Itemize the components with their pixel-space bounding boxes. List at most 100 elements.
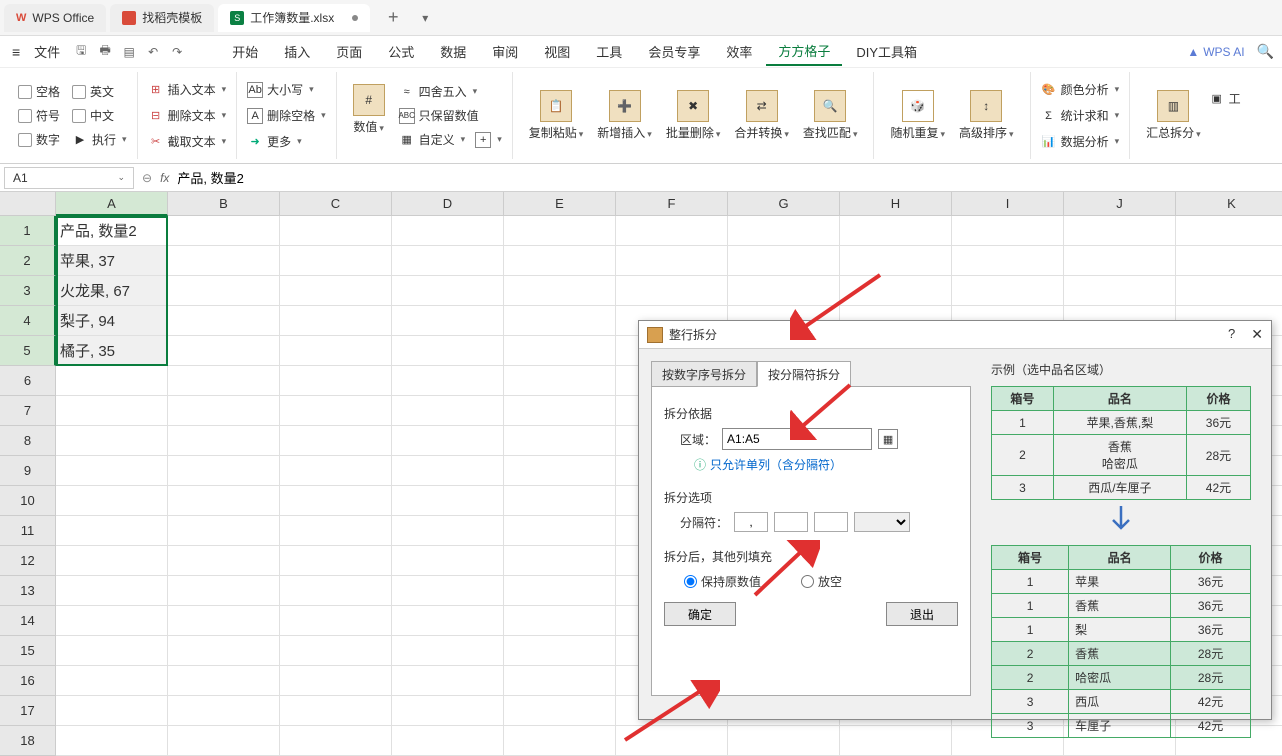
cell[interactable] — [56, 396, 168, 426]
cell-a4[interactable]: 梨子, 94 — [56, 306, 168, 336]
cell[interactable] — [616, 246, 728, 276]
separator-select[interactable] — [854, 512, 910, 532]
cell[interactable] — [56, 426, 168, 456]
cell[interactable] — [392, 606, 504, 636]
col-header-a[interactable]: A — [56, 192, 168, 216]
cell[interactable] — [728, 276, 840, 306]
cell[interactable] — [280, 426, 392, 456]
separator-input-2[interactable] — [774, 512, 808, 532]
col-header-c[interactable]: C — [280, 192, 392, 216]
cell[interactable] — [952, 216, 1064, 246]
cell[interactable] — [616, 216, 728, 246]
qat-print-icon[interactable]: 🖶 — [94, 41, 116, 63]
cell[interactable] — [56, 696, 168, 726]
cell[interactable] — [392, 216, 504, 246]
cell[interactable] — [280, 666, 392, 696]
app-tab-wps[interactable]: W WPS Office — [4, 4, 106, 32]
qat-redo-icon[interactable]: ↷ — [166, 41, 188, 63]
cell[interactable] — [280, 726, 392, 756]
cell[interactable] — [280, 216, 392, 246]
cell[interactable] — [504, 606, 616, 636]
cell[interactable] — [1064, 216, 1176, 246]
add-icon[interactable]: + — [475, 132, 491, 148]
col-header-k[interactable]: K — [1176, 192, 1282, 216]
cancel-formula-icon[interactable]: ⊖ — [142, 171, 152, 185]
search-icon[interactable]: 🔍 — [1257, 43, 1274, 60]
cell[interactable] — [504, 306, 616, 336]
rb-execute[interactable]: ▶执行▾ — [72, 128, 127, 152]
cell[interactable] — [56, 546, 168, 576]
qat-save-icon[interactable]: 🖫 — [70, 41, 92, 63]
cell[interactable] — [280, 306, 392, 336]
rb-case[interactable]: Ab大小写▾ — [247, 78, 326, 102]
cell-a3[interactable]: 火龙果, 67 — [56, 276, 168, 306]
cell[interactable] — [280, 336, 392, 366]
row-header[interactable]: 15 — [0, 636, 56, 666]
menu-view[interactable]: 视图 — [532, 38, 582, 65]
col-header-g[interactable]: G — [728, 192, 840, 216]
cell[interactable] — [168, 306, 280, 336]
cell[interactable] — [392, 246, 504, 276]
cell[interactable] — [168, 606, 280, 636]
cell[interactable] — [168, 726, 280, 756]
col-header-e[interactable]: E — [504, 192, 616, 216]
cell[interactable] — [952, 246, 1064, 276]
tab-menu-button[interactable]: ▾ — [412, 5, 438, 31]
separator-input-1[interactable] — [734, 512, 768, 532]
range-picker-icon[interactable]: ▦ — [878, 429, 898, 449]
menu-tools[interactable]: 工具 — [584, 38, 634, 65]
menu-ffgz[interactable]: 方方格子 — [766, 37, 842, 66]
cell[interactable] — [504, 246, 616, 276]
range-input[interactable] — [722, 428, 872, 450]
cell[interactable] — [168, 396, 280, 426]
cell[interactable] — [392, 426, 504, 456]
cell[interactable] — [1064, 246, 1176, 276]
row-header[interactable]: 6 — [0, 366, 56, 396]
cell[interactable] — [1176, 216, 1282, 246]
cell[interactable] — [280, 276, 392, 306]
app-tab-template[interactable]: 找稻壳模板 — [110, 4, 214, 32]
name-box-dropdown-icon[interactable]: ⌄ — [117, 172, 125, 183]
cell[interactable] — [280, 546, 392, 576]
row-header[interactable]: 16 — [0, 666, 56, 696]
cell[interactable] — [168, 366, 280, 396]
dialog-tab-separator[interactable]: 按分隔符拆分 — [757, 361, 851, 387]
cell[interactable] — [504, 336, 616, 366]
rb-extract-text[interactable]: ✂截取文本▾ — [148, 130, 227, 154]
rb-custom[interactable]: ▦自定义▾ +▾ — [399, 128, 502, 152]
cell[interactable] — [504, 516, 616, 546]
rb-insert-new[interactable]: ➕新增插入▾ — [591, 86, 658, 145]
rb-del-space[interactable]: A删除空格▾ — [247, 104, 326, 128]
cell[interactable] — [504, 366, 616, 396]
menu-start[interactable]: 开始 — [220, 38, 270, 65]
cell[interactable] — [392, 666, 504, 696]
row-header[interactable]: 1 — [0, 216, 56, 246]
cell-a1[interactable]: 产品, 数量2 — [56, 216, 168, 246]
cancel-button[interactable]: 退出 — [886, 602, 958, 626]
cell[interactable] — [56, 516, 168, 546]
file-menu[interactable]: 文件 — [26, 42, 68, 61]
cell[interactable] — [168, 216, 280, 246]
cell[interactable] — [504, 666, 616, 696]
menu-review[interactable]: 审阅 — [480, 38, 530, 65]
new-tab-button[interactable]: + — [380, 5, 406, 31]
cell[interactable] — [504, 726, 616, 756]
dialog-titlebar[interactable]: 整行拆分 ? ✕ — [639, 321, 1271, 349]
rb-check-symbol[interactable]: 符号 — [18, 104, 60, 128]
qat-preview-icon[interactable]: ▤ — [118, 41, 140, 63]
cell[interactable] — [56, 366, 168, 396]
cell[interactable] — [504, 276, 616, 306]
rb-delete-text[interactable]: ⊟删除文本▾ — [148, 104, 227, 128]
rb-more[interactable]: ➜更多▾ — [247, 130, 326, 154]
menu-insert[interactable]: 插入 — [272, 38, 322, 65]
cell[interactable] — [392, 516, 504, 546]
cell[interactable] — [1176, 276, 1282, 306]
row-header[interactable]: 7 — [0, 396, 56, 426]
cell[interactable] — [168, 486, 280, 516]
row-header[interactable]: 18 — [0, 726, 56, 756]
cell[interactable] — [392, 366, 504, 396]
row-header[interactable]: 14 — [0, 606, 56, 636]
cell-a2[interactable]: 苹果, 37 — [56, 246, 168, 276]
cell[interactable] — [280, 636, 392, 666]
col-header-j[interactable]: J — [1064, 192, 1176, 216]
